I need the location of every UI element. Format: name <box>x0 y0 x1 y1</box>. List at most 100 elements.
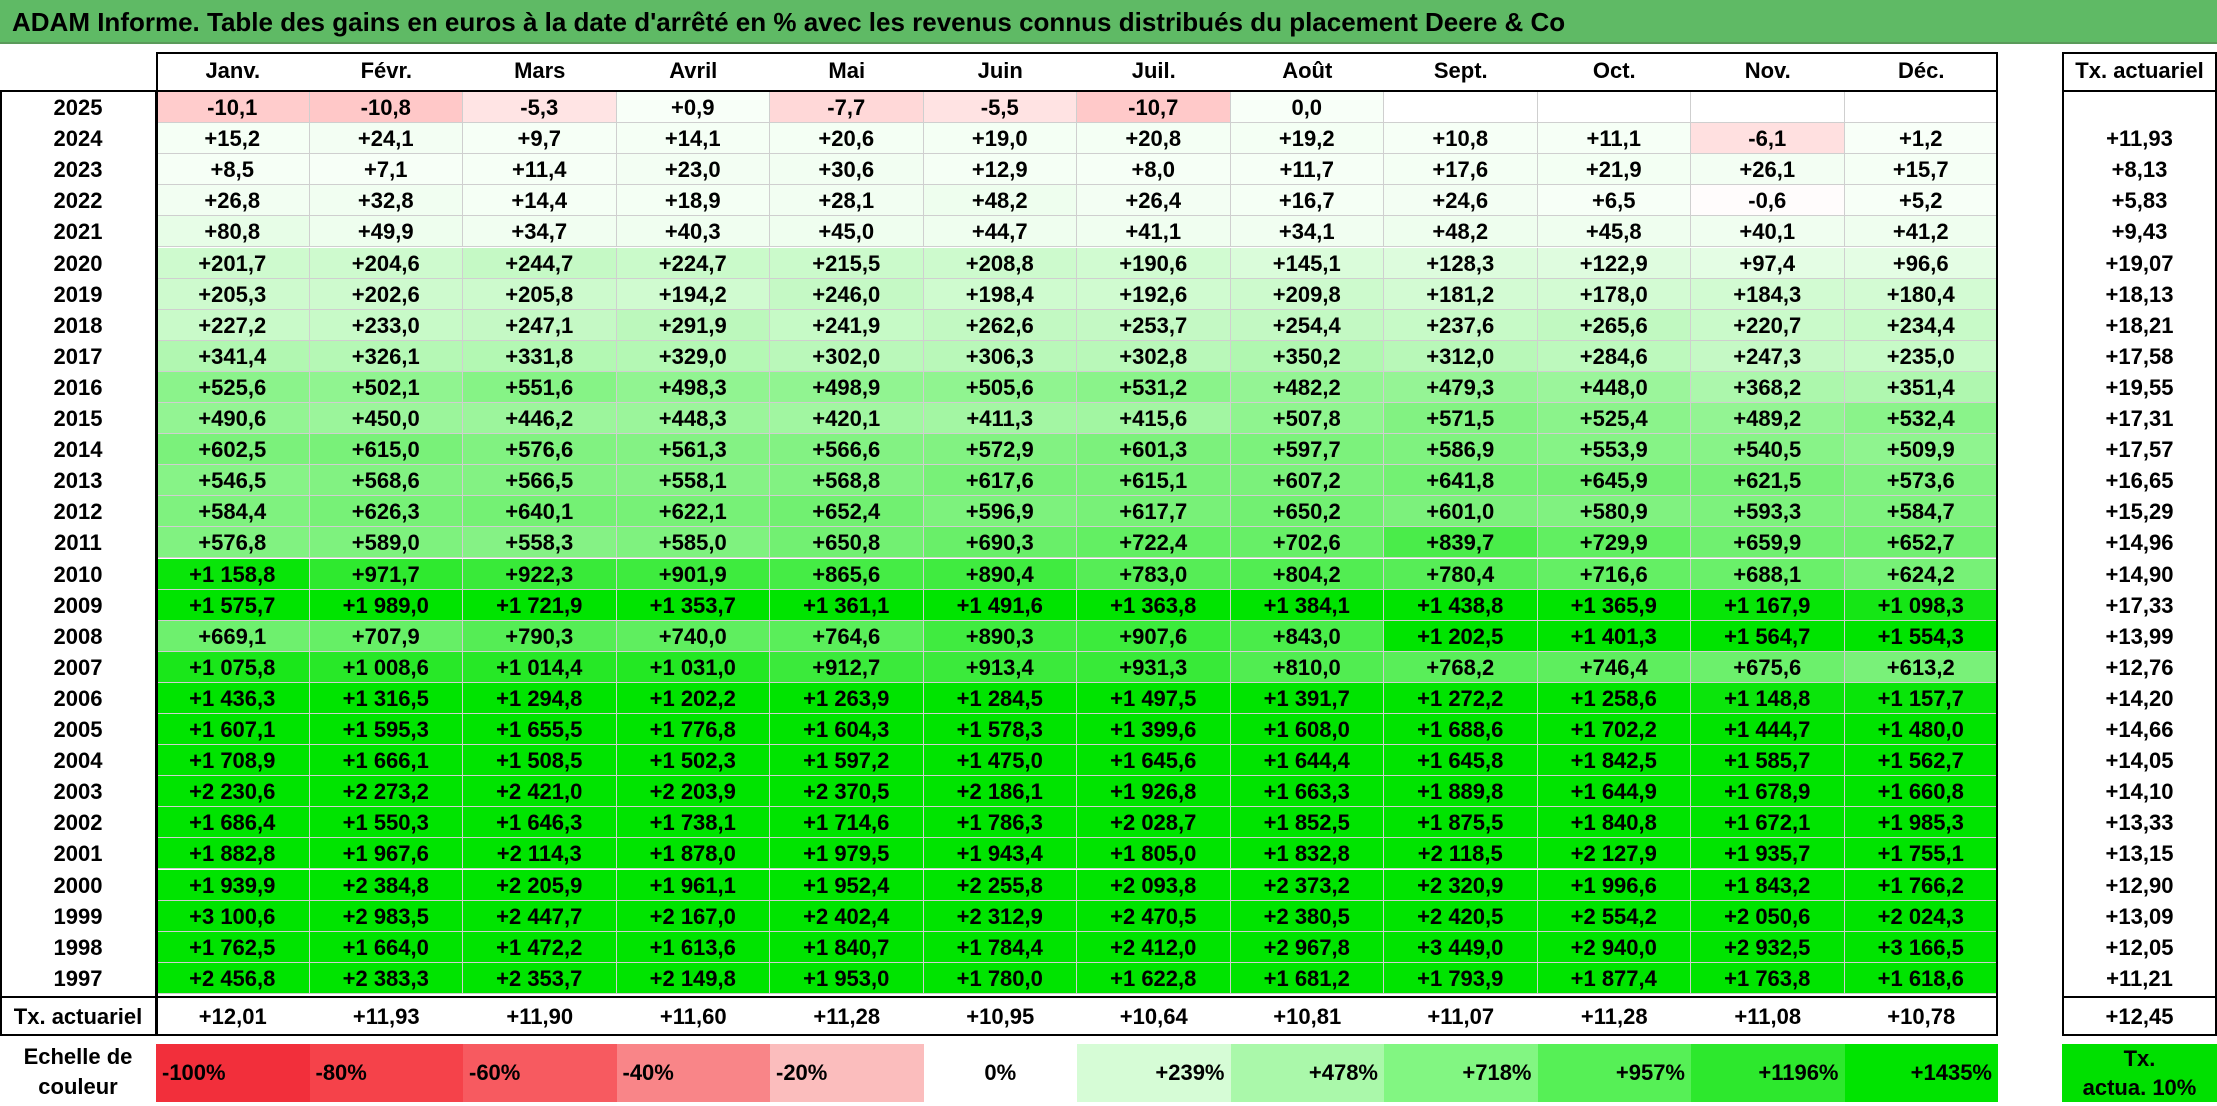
rate-cell: +14,20 <box>2105 685 2174 711</box>
table-cell: +1 562,7 <box>1844 745 1998 777</box>
table-cell: +11,7 <box>1230 154 1384 186</box>
table-cell: +1 714,6 <box>770 807 924 839</box>
rate-cell: +13,33 <box>2105 810 2174 836</box>
table-cell: +204,6 <box>309 247 463 279</box>
table-cell: +1 840,8 <box>1537 807 1691 839</box>
table-cell: +561,3 <box>616 434 770 466</box>
table-cell: +1 678,9 <box>1691 776 1845 808</box>
table-cell: +1 776,8 <box>616 714 770 746</box>
table-cell: +208,8 <box>923 247 1077 279</box>
footer-rate-cell: +11,28 <box>813 1003 881 1029</box>
table-cell: +1 786,3 <box>923 807 1077 839</box>
footer-rate-cell: +10,95 <box>966 1003 1035 1029</box>
table-cell: +2 186,1 <box>923 776 1077 808</box>
table-cell: +10,8 <box>1384 123 1538 155</box>
table-cell: +21,9 <box>1537 154 1691 186</box>
rate-cell: +16,65 <box>2105 468 2174 494</box>
year-label: 2010 <box>53 561 103 587</box>
table-cell: +688,1 <box>1691 558 1845 590</box>
year-label: 1997 <box>53 965 103 991</box>
table-cell: +23,0 <box>616 154 770 186</box>
table-cell: +201,7 <box>156 247 310 279</box>
table-cell: +2 255,8 <box>923 869 1077 901</box>
table-cell: +244,7 <box>463 247 617 279</box>
table-cell: +1 889,8 <box>1384 776 1538 808</box>
table-cell: +617,7 <box>1077 496 1231 528</box>
table-cell: +2 093,8 <box>1077 869 1231 901</box>
table-cell: +202,6 <box>309 278 463 310</box>
table-cell: +220,7 <box>1691 309 1845 341</box>
table-cell: +1 284,5 <box>923 682 1077 714</box>
color-scale-swatch: +478% <box>1230 1044 1384 1102</box>
year-label: 2003 <box>53 779 103 805</box>
table-cell: +2 312,9 <box>923 900 1077 932</box>
table-cell: +746,4 <box>1537 651 1691 683</box>
table-cell: +3 100,6 <box>156 900 310 932</box>
table-cell: +1 688,6 <box>1384 714 1538 746</box>
table-cell: +783,0 <box>1077 558 1231 590</box>
table-cell: +596,9 <box>923 496 1077 528</box>
table-cell: +2 554,2 <box>1537 900 1691 932</box>
color-scale-swatch: -60% <box>463 1044 617 1102</box>
table-cell: +780,4 <box>1384 558 1538 590</box>
table-cell: +17,6 <box>1384 154 1538 186</box>
table-cell: +716,6 <box>1537 558 1691 590</box>
table-cell: +312,0 <box>1384 340 1538 372</box>
table-cell: +1 755,1 <box>1844 838 1998 870</box>
table-cell: +180,4 <box>1844 278 1998 310</box>
rate-cell: +13,09 <box>2105 903 2174 929</box>
table-cell: +1 967,6 <box>309 838 463 870</box>
table-cell: +1 721,9 <box>463 589 617 621</box>
table-cell: +190,6 <box>1077 247 1231 279</box>
table-cell: +1 875,5 <box>1384 807 1538 839</box>
month-header: Févr. <box>360 58 412 83</box>
table-cell: +607,2 <box>1230 465 1384 497</box>
table-cell: +576,6 <box>463 434 617 466</box>
color-scale-swatch: -40% <box>616 1044 770 1102</box>
table-cell: +1 645,6 <box>1077 745 1231 777</box>
table-cell: +912,7 <box>770 651 924 683</box>
footer-label: Tx. actuariel <box>13 1003 143 1029</box>
table-cell <box>1844 92 1998 124</box>
table-cell: +907,6 <box>1077 620 1231 652</box>
table-cell: +1 953,0 <box>770 962 924 994</box>
table-cell: +178,0 <box>1537 278 1691 310</box>
table-cell: +601,0 <box>1384 496 1538 528</box>
table-cell: +1 363,8 <box>1077 589 1231 621</box>
table-cell: +1 952,4 <box>770 869 924 901</box>
rate-cell: +19,55 <box>2105 374 2174 400</box>
table-cell: +1 985,3 <box>1844 807 1998 839</box>
table-cell: +2 983,5 <box>309 900 463 932</box>
table-cell: +34,1 <box>1230 216 1384 248</box>
table-cell: +1 935,7 <box>1691 838 1845 870</box>
footer-rate-cell: +12,01 <box>198 1003 267 1029</box>
table-cell: +1 805,0 <box>1077 838 1231 870</box>
table-cell: +28,1 <box>770 185 924 217</box>
table-cell <box>1691 92 1845 124</box>
table-cell: +839,7 <box>1384 527 1538 559</box>
table-cell: +659,9 <box>1691 527 1845 559</box>
table-cell: +1 554,3 <box>1844 620 1998 652</box>
table-cell <box>1384 92 1538 124</box>
table-cell: +181,2 <box>1384 278 1538 310</box>
table-cell: +1 672,1 <box>1691 807 1845 839</box>
footer-rate-cell: +10,64 <box>1119 1003 1188 1029</box>
table-cell: +265,6 <box>1537 309 1691 341</box>
table-cell: +645,9 <box>1537 465 1691 497</box>
month-header: Août <box>1282 58 1333 83</box>
table-cell: +9,7 <box>463 123 617 155</box>
rate-footer-separator <box>2062 995 2217 998</box>
rate-cell: +13,15 <box>2105 841 2174 867</box>
footer-rate-cell: +10,81 <box>1273 1003 1342 1029</box>
table-cell: +584,7 <box>1844 496 1998 528</box>
table-cell: +580,9 <box>1537 496 1691 528</box>
footer-rate-cell: +11,28 <box>1580 1003 1648 1029</box>
table-cell: +1 842,5 <box>1537 745 1691 777</box>
table-cell: +622,1 <box>616 496 770 528</box>
table-cell: +2 205,9 <box>463 869 617 901</box>
table-cell: +490,6 <box>156 403 310 435</box>
table-cell: +227,2 <box>156 309 310 341</box>
year-label: 2025 <box>53 95 103 120</box>
table-cell: +640,1 <box>463 496 617 528</box>
table-cell: +922,3 <box>463 558 617 590</box>
